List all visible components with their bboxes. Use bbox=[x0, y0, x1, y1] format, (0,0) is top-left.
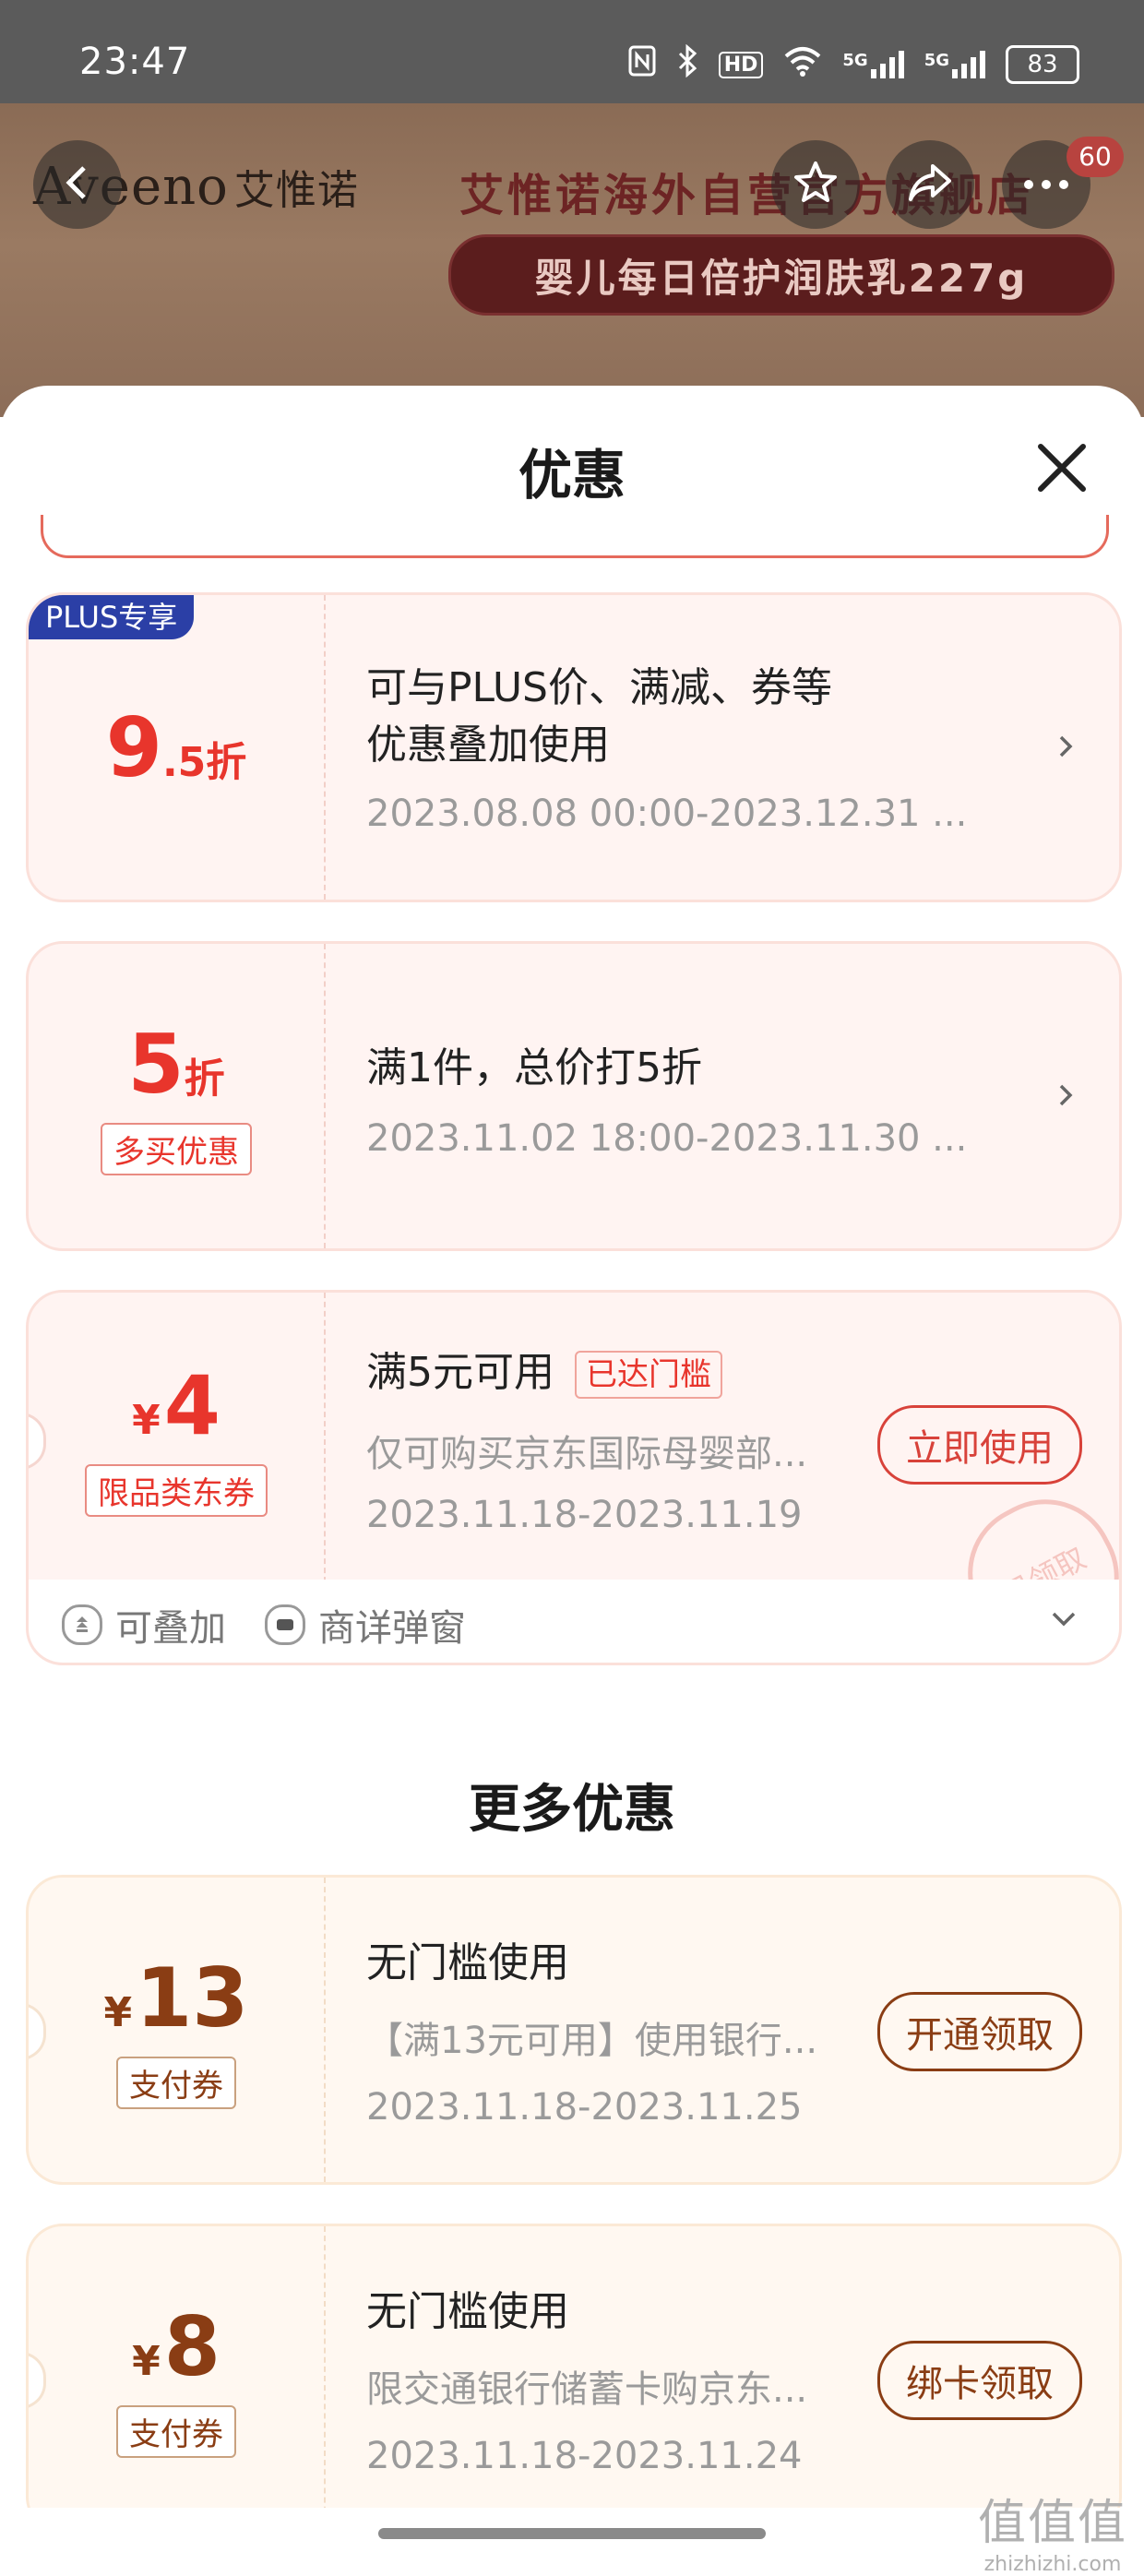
offer-title-line2: 优惠叠加使用 bbox=[366, 722, 610, 769]
offer-tag: 支付券 bbox=[116, 2405, 236, 2458]
popup-icon bbox=[265, 1604, 305, 1645]
chevron-right-icon[interactable] bbox=[1053, 733, 1078, 759]
offer-tag: 支付券 bbox=[116, 2057, 236, 2109]
share-icon bbox=[907, 162, 953, 207]
discount-amount: 5 折 bbox=[127, 1017, 224, 1112]
offer-title: 满5元可用 已达门槛 bbox=[366, 1344, 722, 1401]
coupon-value: 13 bbox=[136, 1950, 249, 2045]
close-icon bbox=[1031, 444, 1092, 502]
offer-period: 2023.11.02 18:00-2023.11.30 ... bbox=[366, 1117, 968, 1160]
discount-amount: 9 .5折 bbox=[106, 700, 247, 795]
offer-period: 2023.11.18-2023.11.25 bbox=[366, 2086, 803, 2129]
previous-card-edge bbox=[41, 515, 1109, 558]
network-label: 5G bbox=[842, 51, 868, 70]
popup-label: 商详弹窗 bbox=[318, 1607, 466, 1650]
offer-value: ¥ 8 支付券 bbox=[29, 2226, 324, 2531]
activate-claim-button[interactable]: 开通领取 bbox=[877, 1992, 1082, 2071]
more-dots-icon bbox=[1023, 176, 1069, 194]
status-bar: 23:47 HD 5G 5G 83 bbox=[0, 0, 1144, 103]
offer-title: 无门槛使用 bbox=[366, 1939, 569, 1986]
coupon-value: 8 bbox=[163, 2299, 220, 2394]
offer-value: 9 .5折 bbox=[29, 595, 324, 900]
card-divider bbox=[324, 2226, 326, 2531]
discount-sheet: 优惠 PLUS专享 9 .5折 可与PLUS价、满减、券等 优惠叠加使用 202… bbox=[0, 386, 1144, 2558]
offer-title: 满1件，总价打5折 bbox=[366, 1044, 702, 1091]
bind-card-claim-button[interactable]: 绑卡领取 bbox=[877, 2341, 1082, 2420]
popup-info: 商详弹窗 bbox=[265, 1598, 466, 1652]
offer-period: 2023.11.18-2023.11.19 bbox=[366, 1494, 803, 1536]
status-icons: HD 5G 5G 83 bbox=[628, 43, 1079, 85]
watermark-url: zhizhizhi.com bbox=[983, 2553, 1122, 2576]
offer-value: ¥ 13 支付券 bbox=[29, 1878, 324, 2182]
offer-card-plus[interactable]: PLUS专享 9 .5折 可与PLUS价、满减、券等 优惠叠加使用 2023.0… bbox=[26, 592, 1122, 902]
currency-symbol: ¥ bbox=[132, 1397, 161, 1444]
chevron-right-icon[interactable] bbox=[1053, 1082, 1078, 1108]
coupon-amount: ¥ 8 bbox=[132, 2299, 220, 2394]
threshold-reached-tag: 已达门槛 bbox=[575, 1351, 722, 1399]
home-gesture-bar[interactable] bbox=[378, 2528, 766, 2539]
offer-description: 【满13元可用】使用银行... bbox=[366, 2020, 818, 2062]
battery-indicator: 83 bbox=[1006, 45, 1079, 84]
coupon-footer: 可叠加 商详弹窗 bbox=[26, 1580, 1122, 1665]
stack-icon bbox=[62, 1604, 102, 1645]
card-divider bbox=[324, 944, 326, 1248]
offer-period: 2023.11.18-2023.11.24 bbox=[366, 2435, 803, 2477]
sheet-title: 优惠 bbox=[518, 444, 626, 507]
navigation-bar bbox=[0, 2508, 1144, 2558]
brand-cn-name: 艾惟诺 bbox=[233, 167, 359, 214]
offer-value: ¥ 4 限品类东券 bbox=[29, 1293, 324, 1582]
currency-symbol: ¥ bbox=[103, 1989, 133, 2036]
close-button[interactable] bbox=[1031, 437, 1092, 498]
discount-unit: .5折 bbox=[161, 738, 247, 786]
offer-title-text: 满5元可用 bbox=[366, 1349, 554, 1396]
offer-card-multibuy[interactable]: 5 折 多买优惠 满1件，总价打5折 2023.11.02 18:00-2023… bbox=[26, 941, 1122, 1251]
share-button[interactable] bbox=[886, 140, 974, 229]
offer-period: 2023.08.08 00:00-2023.12.31 ... bbox=[366, 793, 968, 835]
star-icon bbox=[792, 160, 839, 209]
card-divider bbox=[324, 1293, 326, 1582]
product-page-header: Aveeno 艾惟诺 艾惟诺海外自营官方旗舰店 婴儿每日倍护润肤乳227g 60 bbox=[0, 103, 1144, 417]
back-arrow-icon bbox=[62, 164, 93, 205]
signal-5g-icon: 5G bbox=[924, 51, 985, 78]
watermark: 值值值 zhizhizhi.com bbox=[978, 2484, 1127, 2576]
product-name-banner: 婴儿每日倍护润肤乳227g bbox=[448, 234, 1114, 316]
watermark-logo: 值值值 bbox=[977, 2496, 1127, 2551]
offer-tag: 限品类东券 bbox=[85, 1464, 268, 1517]
stackable-info: 可叠加 bbox=[62, 1598, 226, 1652]
offer-title: 无门槛使用 bbox=[366, 2288, 569, 2335]
discount-number: 9 bbox=[105, 699, 162, 795]
currency-symbol: ¥ bbox=[132, 2338, 161, 2385]
card-divider bbox=[324, 1878, 326, 2182]
clock: 23:47 bbox=[79, 41, 191, 83]
favorite-button[interactable] bbox=[771, 140, 860, 229]
bluetooth-icon bbox=[676, 43, 698, 85]
offer-description: 限交通银行储蓄卡购京东... bbox=[366, 2368, 808, 2411]
discount-unit: 折 bbox=[184, 1055, 225, 1103]
back-button[interactable] bbox=[33, 140, 122, 229]
network-label: 5G bbox=[924, 51, 949, 70]
wifi-icon bbox=[783, 45, 822, 84]
offer-title-line1: 可与PLUS价、满减、券等 bbox=[366, 664, 832, 711]
offer-card-coupon: ¥ 4 限品类东券 满5元可用 已达门槛 仅可购买京东国际母婴部... 2023.… bbox=[26, 1290, 1122, 1585]
card-divider bbox=[324, 595, 326, 900]
nfc-icon bbox=[628, 45, 656, 84]
use-now-button[interactable]: 立即使用 bbox=[877, 1405, 1082, 1485]
offer-value: 5 折 多买优惠 bbox=[29, 944, 324, 1248]
offer-description: 仅可购买京东国际母婴部... bbox=[366, 1433, 808, 1475]
more-offers-title: 更多优惠 bbox=[469, 1780, 675, 1840]
hd-icon: HD bbox=[718, 51, 764, 78]
coupon-amount: ¥ 4 bbox=[132, 1358, 220, 1453]
chevron-down-icon[interactable] bbox=[1049, 1604, 1078, 1637]
discount-number: 5 bbox=[127, 1017, 185, 1112]
notification-badge: 60 bbox=[1067, 137, 1124, 177]
payment-coupon-card: ¥ 13 支付券 无门槛使用 【满13元可用】使用银行... 2023.11.1… bbox=[26, 1875, 1122, 2185]
offer-title: 可与PLUS价、满减、券等 优惠叠加使用 bbox=[366, 660, 832, 774]
payment-coupon-card: ¥ 8 支付券 无门槛使用 限交通银行储蓄卡购京东... 2023.11.18-… bbox=[26, 2224, 1122, 2534]
claimed-stamp: 已领取 bbox=[943, 1474, 1119, 1582]
signal-5g-icon: 5G bbox=[842, 51, 904, 78]
coupon-value: 4 bbox=[163, 1358, 220, 1453]
coupon-amount: ¥ 13 bbox=[103, 1950, 248, 2045]
stackable-label: 可叠加 bbox=[115, 1607, 226, 1650]
offer-tag: 多买优惠 bbox=[101, 1123, 252, 1175]
